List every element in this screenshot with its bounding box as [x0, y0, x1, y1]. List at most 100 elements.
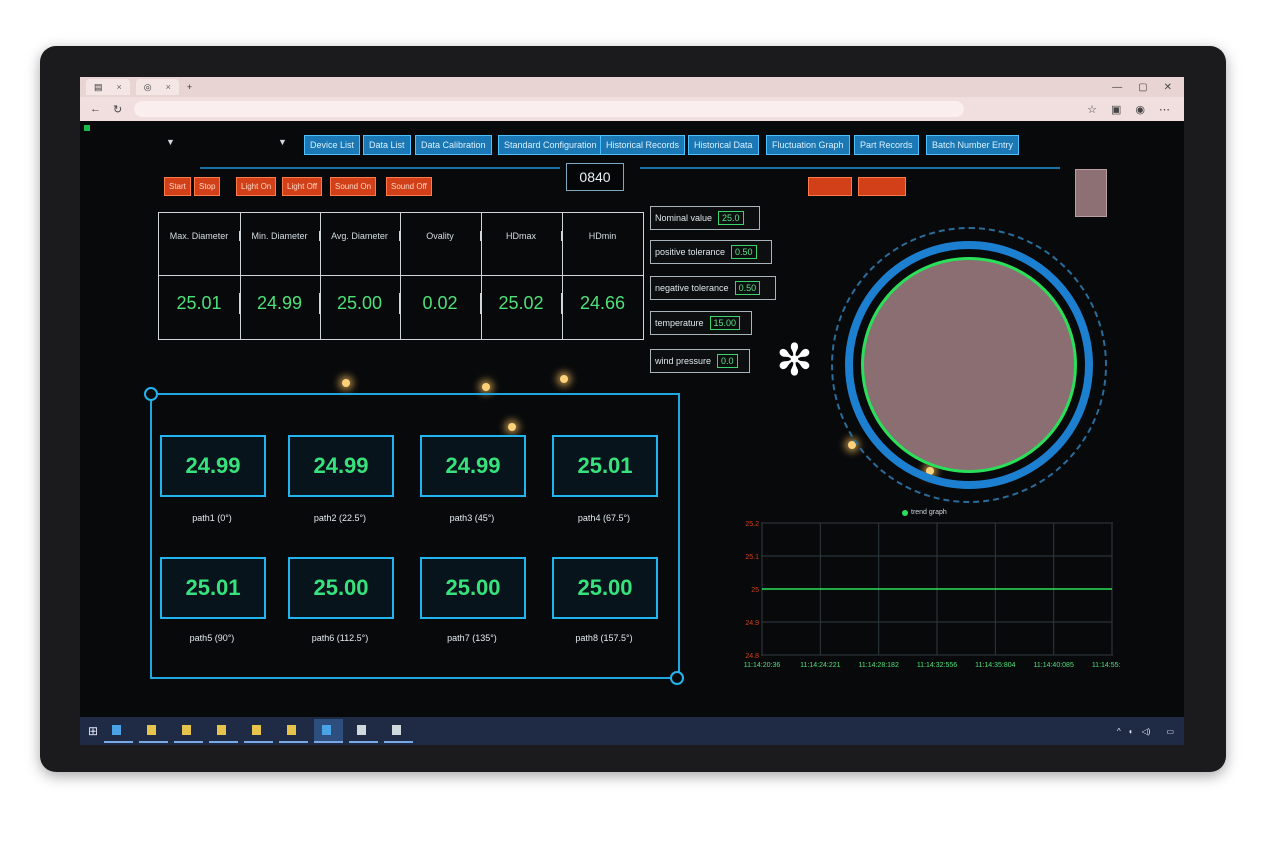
- folder-icon: [182, 725, 192, 735]
- path6-label: path6 (112.5°): [311, 633, 369, 643]
- param-value[interactable]: 0.0: [717, 354, 738, 368]
- taskbar-item[interactable]: [104, 719, 134, 743]
- batch-number-entry-button[interactable]: Batch Number Entry: [926, 135, 1020, 155]
- measurement-table: Max. Diameter Min. Diameter Avg. Diamete…: [158, 212, 644, 340]
- chevron-up-icon[interactable]: ^: [1117, 727, 1121, 736]
- taskbar: ⊞ ^ ◐ ◁) ▭: [80, 717, 1184, 745]
- bookmark-icon[interactable]: ☆: [1087, 103, 1097, 116]
- page-icon: ▤: [94, 81, 103, 92]
- path4-label: path4 (67.5°): [577, 513, 631, 523]
- right-control-button-2[interactable]: [858, 177, 906, 196]
- stop-button[interactable]: Stop: [194, 177, 221, 196]
- device-select[interactable]: ▼: [158, 137, 175, 147]
- path2-label: path2 (22.5°): [313, 513, 367, 523]
- close-icon[interactable]: ×: [117, 82, 122, 92]
- taskbar-item[interactable]: [209, 719, 239, 743]
- param-label: wind pressure: [655, 356, 712, 366]
- header-min-diameter: Min. Diameter: [240, 231, 320, 241]
- temperature-field: temperature 15.00: [650, 311, 752, 335]
- browser-tab[interactable]: ▤ ×: [86, 79, 130, 95]
- windows-start-icon[interactable]: ⊞: [88, 724, 98, 738]
- notification-icon[interactable]: ▭: [1166, 727, 1174, 736]
- taskbar-item[interactable]: [139, 719, 169, 743]
- volume-icon[interactable]: ◁): [1142, 727, 1151, 736]
- new-tab-icon[interactable]: +: [187, 82, 192, 92]
- x-tick-label: 11:14:40:085: [1033, 662, 1073, 669]
- profile-icon[interactable]: ◉: [1135, 103, 1145, 116]
- legend-swatch: [902, 509, 908, 516]
- close-window-icon[interactable]: ✕: [1164, 82, 1172, 93]
- fluctuation-graph-button[interactable]: Fluctuation Graph: [766, 135, 850, 155]
- network-icon[interactable]: ◐: [1129, 727, 1134, 736]
- part-records-button[interactable]: Part Records: [854, 135, 919, 155]
- folder-icon: [287, 725, 297, 735]
- mode-select[interactable]: ▼: [236, 137, 287, 147]
- param-value[interactable]: 0.50: [731, 245, 757, 259]
- table-divider: [320, 213, 321, 339]
- x-tick-label: 11:14:20:36: [744, 662, 781, 669]
- taskbar-item[interactable]: [174, 719, 204, 743]
- start-button[interactable]: Start: [164, 177, 191, 196]
- status-indicator: [84, 125, 90, 131]
- path1-readout: 24.99: [160, 435, 266, 497]
- taskbar-item[interactable]: [349, 719, 379, 743]
- extensions-icon[interactable]: ▣: [1111, 103, 1121, 116]
- globe-icon: ◎: [143, 81, 152, 92]
- cross-section-gauge: [861, 257, 1077, 473]
- address-bar: ← ↻ ☆ ▣ ◉ ⋯: [80, 97, 1184, 121]
- light-on-button[interactable]: Light On: [236, 177, 277, 196]
- light-off-button[interactable]: Light Off: [282, 177, 323, 196]
- avg-diameter-value: 25.00: [320, 293, 400, 314]
- table-divider: [240, 213, 241, 339]
- x-tick-label: 11:14:55:847: [1092, 662, 1120, 669]
- app-icon: [322, 725, 332, 735]
- device-list-button[interactable]: Device List: [304, 135, 361, 155]
- taskbar-item[interactable]: [244, 719, 274, 743]
- param-value[interactable]: 15.00: [709, 316, 741, 330]
- taskbar-item[interactable]: [314, 719, 344, 743]
- folder-icon: [147, 725, 157, 735]
- system-tray: ^ ◐ ◁) ▭: [1117, 727, 1184, 736]
- y-tick-label: 24.8: [745, 653, 759, 660]
- path5-label: path5 (90°): [189, 633, 235, 643]
- param-label: temperature: [655, 318, 704, 328]
- min-diameter-value: 24.99: [240, 293, 320, 314]
- right-control-button-1[interactable]: [808, 177, 852, 196]
- app-area: ▼ ▼ Device List Data List Data Calibrati…: [80, 121, 1184, 717]
- path7-readout: 25.00: [420, 557, 526, 619]
- folder-icon: [252, 725, 262, 735]
- taskbar-item[interactable]: [279, 719, 309, 743]
- header-max-diameter: Max. Diameter: [159, 231, 240, 241]
- standard-configuration-button[interactable]: Standard Configuration: [498, 135, 603, 155]
- sound-on-button[interactable]: Sound On: [330, 177, 377, 196]
- historical-data-button[interactable]: Historical Data: [688, 135, 759, 155]
- param-value[interactable]: 25.0: [718, 211, 744, 225]
- hdmax-value: 25.02: [481, 293, 562, 314]
- table-divider: [562, 213, 563, 339]
- trend-chart: 25.2 25.1 25 24.9 24.8 11:14:20:36 11:14:24:22…: [744, 521, 1120, 669]
- reload-icon[interactable]: ↻: [113, 103, 122, 116]
- panel-node: [670, 671, 684, 685]
- close-icon[interactable]: ×: [166, 82, 171, 92]
- path4-readout: 25.01: [552, 435, 658, 497]
- table-divider: [481, 213, 482, 339]
- taskbar-item[interactable]: [384, 719, 414, 743]
- maximize-icon[interactable]: ▢: [1138, 82, 1147, 93]
- glow-dot: [342, 379, 350, 387]
- data-list-button[interactable]: Data List: [363, 135, 411, 155]
- minimize-icon[interactable]: —: [1112, 82, 1122, 93]
- url-field[interactable]: [134, 101, 965, 117]
- menu-icon[interactable]: ⋯: [1159, 103, 1170, 116]
- positive-tolerance-field: positive tolerance 0.50: [650, 240, 772, 264]
- data-calibration-button[interactable]: Data Calibration: [415, 135, 492, 155]
- back-icon[interactable]: ←: [90, 103, 101, 116]
- historical-records-button[interactable]: Historical Records: [600, 135, 686, 155]
- chevron-down-icon: ▼: [278, 137, 287, 147]
- sound-off-button[interactable]: Sound Off: [386, 177, 432, 196]
- table-divider: [159, 275, 643, 276]
- app-icon: [392, 725, 402, 735]
- path3-readout: 24.99: [420, 435, 526, 497]
- header-ovality: Ovality: [400, 231, 481, 241]
- browser-tab[interactable]: ◎ ×: [135, 79, 179, 95]
- param-value[interactable]: 0.50: [734, 281, 761, 295]
